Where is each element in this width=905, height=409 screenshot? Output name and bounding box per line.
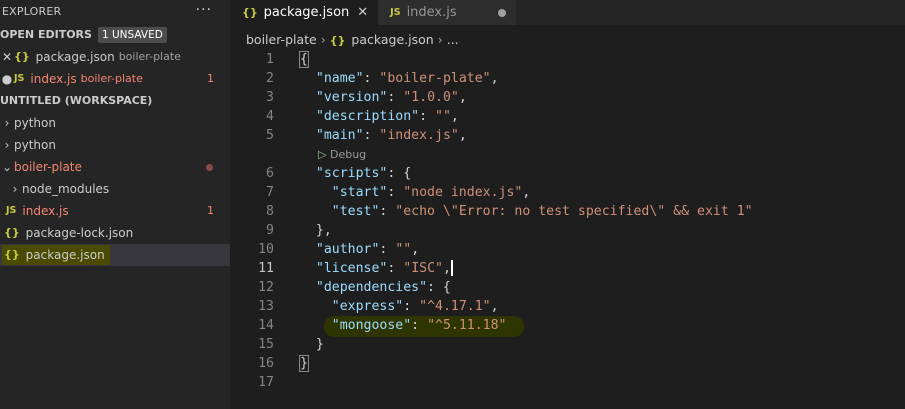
more-actions-icon[interactable]: ··· [196, 0, 212, 24]
breadcrumb-file[interactable]: package.json [351, 32, 433, 47]
tab-label: index.js [406, 5, 457, 20]
code-line: 9 }, [266, 223, 332, 238]
unsaved-badge: 1 UNSAVED [97, 27, 167, 43]
tree-item-python[interactable]: › python [0, 112, 230, 134]
unsaved-dot-icon[interactable] [498, 8, 507, 17]
code-line: 17 [258, 375, 274, 390]
json-file-icon: {} [14, 50, 30, 63]
code-line: 7 "start": "node index.js", [266, 185, 531, 200]
code-line: 16} [258, 355, 309, 372]
code-editor[interactable]: 1{ 2 "name": "boiler-plate", 3 "version"… [230, 50, 905, 392]
explorer-sidebar: EXPLORER ··· OPEN EDITORS 1 UNSAVED ✕ {}… [0, 0, 230, 409]
code-line: 5 "main": "index.js", [266, 128, 467, 143]
text-cursor [450, 260, 453, 276]
js-file-icon: JS [390, 7, 401, 18]
tree-item-python[interactable]: › python [0, 134, 230, 156]
close-icon[interactable]: ✕ [0, 46, 14, 68]
code-line: 6 "scripts": { [266, 166, 412, 181]
code-line: 2 "name": "boiler-plate", [266, 71, 499, 86]
code-line: 13 "express": "^4.17.1", [258, 299, 499, 314]
chevron-down-icon: ⌄ [1, 160, 13, 174]
open-editor-package-json[interactable]: ✕ {} package.json boiler-plate [0, 46, 230, 68]
open-editor-index-js[interactable]: ● JS index.js boiler-plate 1 [0, 68, 230, 90]
tree-item-node-modules[interactable]: › node_modules [0, 178, 230, 200]
chevron-right-icon: › [12, 182, 18, 196]
tree-item-boiler-plate[interactable]: ⌄ boiler-plate [0, 156, 230, 178]
tab-bar: {} package.json ✕ JS index.js [230, 0, 905, 25]
code-line-current: 11 "license": "ISC", [258, 260, 453, 276]
workspace-label: UNTITLED (WORKSPACE) [0, 94, 153, 107]
code-line: 8 "test": "echo \"Error: no test specifi… [266, 204, 753, 219]
open-editor-desc: boiler-plate [80, 72, 143, 85]
tree-item-index-js[interactable]: JS index.js 1 [0, 200, 230, 222]
tree-item-label: python [14, 116, 56, 130]
chevron-right-icon: › [320, 32, 326, 47]
json-file-icon: {} [4, 226, 20, 239]
error-dot-icon [206, 164, 213, 171]
code-line: 14 "mongoose": "^5.11.18" [258, 318, 507, 333]
tab-package-json[interactable]: {} package.json ✕ [230, 0, 379, 25]
breadcrumb-folder[interactable]: boiler-plate [246, 32, 317, 47]
tree-item-package-lock-json[interactable]: {} package-lock.json [0, 222, 230, 244]
debug-codelens[interactable]: ▷ Debug [230, 145, 905, 164]
chevron-right-icon: › [4, 138, 10, 152]
json-file-icon: {} [329, 34, 346, 47]
workspace-header[interactable]: UNTITLED (WORKSPACE) [0, 90, 230, 112]
open-editor-name: index.js [30, 72, 77, 86]
tree-item-label: python [14, 138, 56, 152]
tree-item-label: package-lock.json [25, 226, 134, 240]
explorer-header: EXPLORER ··· [0, 0, 230, 24]
chevron-right-icon: › [4, 116, 10, 130]
tree-item-label: node_modules [22, 182, 110, 196]
open-editors-header[interactable]: OPEN EDITORS 1 UNSAVED [0, 24, 230, 46]
play-icon: ▷ [318, 148, 327, 161]
tree-item-package-json[interactable]: {} package.json [0, 244, 230, 266]
breadcrumb-more[interactable]: ... [447, 32, 459, 47]
tab-index-js[interactable]: JS index.js [378, 0, 517, 25]
json-file-icon: {} [4, 248, 20, 261]
tree-item-label: boiler-plate [14, 160, 82, 174]
vscode-window: EXPLORER ··· OPEN EDITORS 1 UNSAVED ✕ {}… [0, 0, 905, 409]
unsaved-dot-icon[interactable]: ● [0, 68, 14, 90]
tree-item-label: index.js [22, 204, 69, 218]
open-editor-desc: boiler-plate [118, 50, 181, 63]
tree-item-label: package.json [25, 248, 105, 262]
code-line: 1{ [266, 51, 309, 68]
close-icon[interactable]: ✕ [357, 0, 368, 25]
tab-label: package.json [263, 5, 350, 20]
problem-count: 1 [207, 204, 214, 217]
open-editors-label: OPEN EDITORS [0, 28, 92, 41]
explorer-title: EXPLORER [2, 5, 62, 18]
code-line: 3 "version": "1.0.0", [266, 90, 467, 105]
chevron-right-icon: › [437, 32, 443, 47]
json-file-icon: {} [242, 6, 258, 19]
editor-area: {} package.json ✕ JS index.js boiler-pla… [230, 0, 905, 409]
code-line: 15 } [258, 337, 324, 352]
code-line: 10 "author": "", [258, 242, 420, 257]
problem-count: 1 [207, 72, 214, 85]
open-editor-name: package.json [35, 50, 115, 64]
js-file-icon: JS [14, 73, 25, 84]
code-line: 12 "dependencies": { [258, 280, 451, 295]
code-line: 4 "description": "", [266, 109, 459, 124]
js-file-icon: JS [6, 205, 17, 216]
